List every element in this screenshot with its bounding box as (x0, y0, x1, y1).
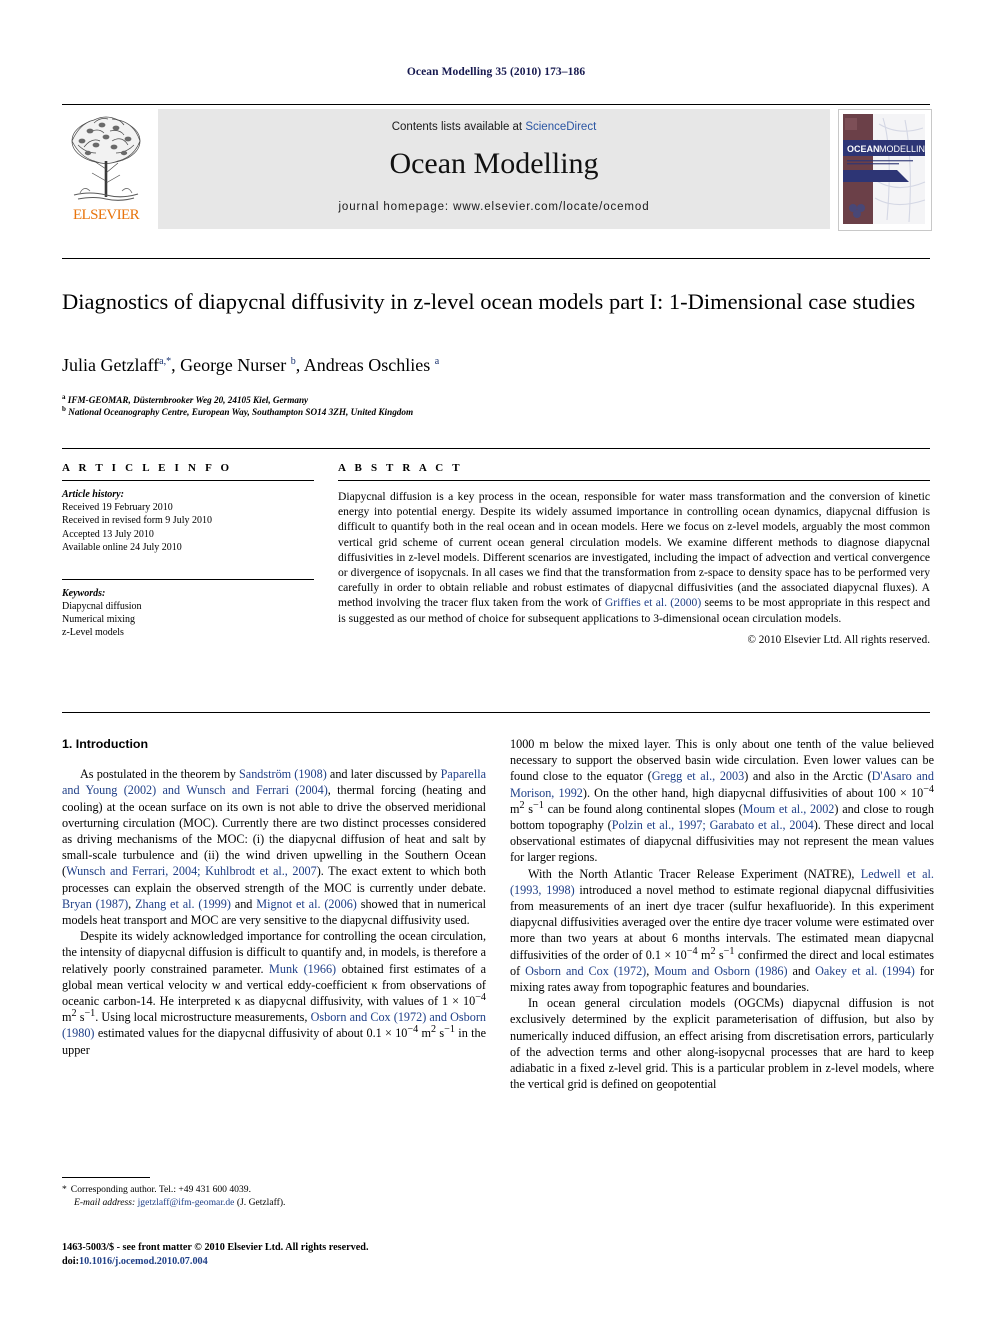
journal-homepage-link[interactable]: journal homepage: www.elsevier.com/locat… (158, 201, 830, 213)
paper-page: Ocean Modelling 35 (2010) 173–186 ELSEVI… (0, 0, 992, 1323)
info-divider-bottom (62, 712, 930, 713)
author-list: Julia Getzlaffa,*, George Nurser b, Andr… (62, 355, 440, 375)
affiliation-a-text: IFM-GEOMAR, Düsternbrooker Weg 20, 24105… (67, 395, 309, 405)
keywords-list: Diapycnal diffusion Numerical mixing z-L… (62, 600, 314, 640)
abstract-heading: A B S T R A C T (338, 462, 463, 474)
running-head: Ocean Modelling 35 (2010) 173–186 (406, 66, 586, 78)
affiliation-a: a IFM-GEOMAR, Düsternbrooker Weg 20, 241… (62, 392, 309, 405)
title-divider (62, 258, 930, 259)
contents-available-line: Contents lists available at ScienceDirec… (158, 121, 830, 133)
elsevier-tree-icon (71, 116, 141, 201)
keyword-item: Diapycnal diffusion (62, 600, 142, 612)
article-history-label: Article history: (62, 489, 124, 500)
copyright-line: © 2010 Elsevier Ltd. All rights reserved… (747, 633, 931, 646)
svg-text:MODELLING: MODELLING (879, 144, 929, 154)
paragraph: With the North Atlantic Tracer Release E… (510, 866, 935, 995)
banner-center: Contents lists available at ScienceDirec… (158, 109, 830, 229)
journal-cover-thumbnail: OCEAN MODELLING (838, 109, 932, 231)
footnote-block: * Corresponding author. Tel.: +49 431 600… (62, 1184, 486, 1209)
paragraph: 1000 m below the mixed layer. This is on… (510, 737, 934, 865)
doi-label: doi: (62, 1255, 79, 1267)
sciencedirect-link[interactable]: ScienceDirect (525, 121, 596, 133)
abstract-column: A B S T R A C T Diapycnal diffusion is a… (338, 462, 930, 646)
page-title: Diagnostics of diapycnal diffusivity in … (62, 289, 916, 314)
email-label: E-mail address: (74, 1196, 136, 1208)
info-divider-top (62, 448, 930, 449)
history-item: Received in revised form 9 July 2010 (62, 515, 212, 527)
doi-link[interactable]: 10.1016/j.ocemod.2010.07.004 (79, 1256, 208, 1267)
corresponding-author-text: Corresponding author. Tel.: +49 431 600 … (70, 1184, 251, 1195)
article-history-list: Received 19 February 2010 Received in re… (62, 501, 314, 555)
history-item: Accepted 13 July 2010 (62, 528, 154, 540)
section-title-introduction: 1. Introduction (62, 737, 149, 751)
footnote-divider (62, 1177, 150, 1178)
affiliation-b-text: National Oceanography Centre, European W… (68, 407, 414, 417)
email-link[interactable]: jgetzlaff@ifm-geomar.de (138, 1197, 235, 1208)
elsevier-wordmark: ELSEVIER (72, 207, 140, 223)
doi-line: doi:10.1016/j.ocemod.2010.07.004 (62, 1255, 562, 1269)
email-owner: (J. Getzlaff). (236, 1196, 286, 1208)
keywords-label: Keywords: (62, 587, 106, 599)
cover-art-icon: OCEAN MODELLING (839, 110, 931, 228)
body-column-left: 1. Introduction As postulated in the the… (62, 736, 486, 1058)
history-item: Available online 24 July 2010 (62, 542, 182, 554)
journal-title: Ocean Modelling (389, 147, 599, 180)
page-footer: 1463-5003/$ - see front matter © 2010 El… (62, 1241, 562, 1268)
issn-copyright-line: 1463-5003/$ - see front matter © 2010 El… (62, 1242, 369, 1253)
article-info-column: A R T I C L E I N F O Article history: R… (62, 462, 314, 640)
corresponding-author-note: * Corresponding author. Tel.: +49 431 600… (62, 1184, 486, 1197)
elsevier-logo: ELSEVIER (62, 111, 150, 229)
article-info-rule (62, 480, 314, 481)
paragraph: Despite its widely acknowledged importan… (62, 929, 486, 1057)
abstract-rule (338, 480, 930, 481)
journal-banner: ELSEVIER Contents lists available at Sci… (62, 104, 932, 231)
paragraph: In ocean general circulation models (OGC… (510, 996, 934, 1092)
body-column-right: 1000 m below the mixed layer. This is on… (510, 736, 934, 1092)
keyword-item: z-Level models (62, 627, 124, 639)
history-item: Received 19 February 2010 (62, 502, 173, 513)
footnote-star: * (62, 1184, 67, 1195)
article-info-heading: A R T I C L E I N F O (62, 462, 233, 474)
keyword-item: Numerical mixing (62, 614, 136, 626)
paragraph: As postulated in the theorem by Sandströ… (62, 767, 487, 928)
abstract-text: Diapycnal diffusion is a key process in … (338, 490, 930, 625)
contents-prefix: Contents lists available at (391, 121, 526, 133)
email-note: E-mail address: jgetzlaff@ifm-geomar.de … (62, 1197, 486, 1210)
affiliation-b: b National Oceanography Centre, European… (62, 404, 414, 417)
svg-text:OCEAN: OCEAN (847, 144, 880, 154)
keywords-rule (62, 578, 314, 580)
